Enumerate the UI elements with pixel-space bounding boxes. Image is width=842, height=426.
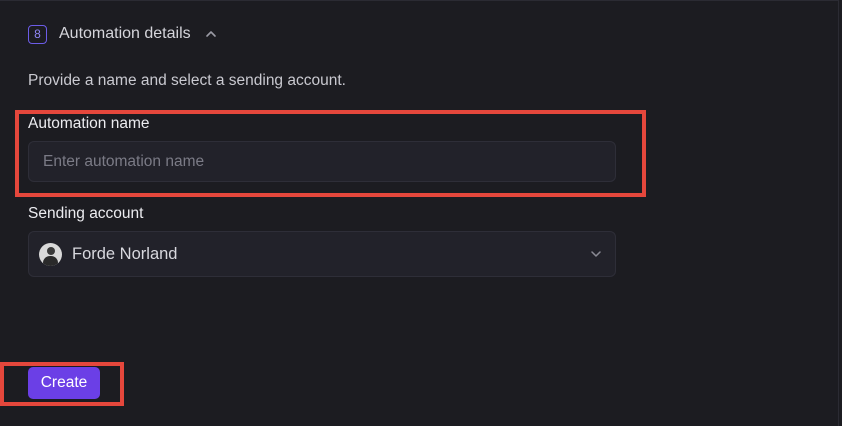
sending-account-select[interactable]: Forde Norland bbox=[28, 231, 616, 277]
chevron-up-icon[interactable] bbox=[204, 27, 218, 41]
step-number-badge: 8 bbox=[28, 24, 47, 44]
automation-name-label: Automation name bbox=[28, 115, 150, 132]
sending-account-value: Forde Norland bbox=[72, 244, 178, 263]
section-title: Automation details bbox=[59, 25, 191, 42]
chevron-down-icon bbox=[591, 251, 601, 257]
section-header[interactable]: 8 Automation details bbox=[28, 23, 218, 45]
create-button[interactable]: Create bbox=[28, 367, 100, 399]
automation-name-input[interactable] bbox=[28, 141, 616, 182]
sending-account-label: Sending account bbox=[28, 205, 144, 222]
section-description: Provide a name and select a sending acco… bbox=[28, 72, 346, 89]
avatar bbox=[39, 242, 62, 266]
